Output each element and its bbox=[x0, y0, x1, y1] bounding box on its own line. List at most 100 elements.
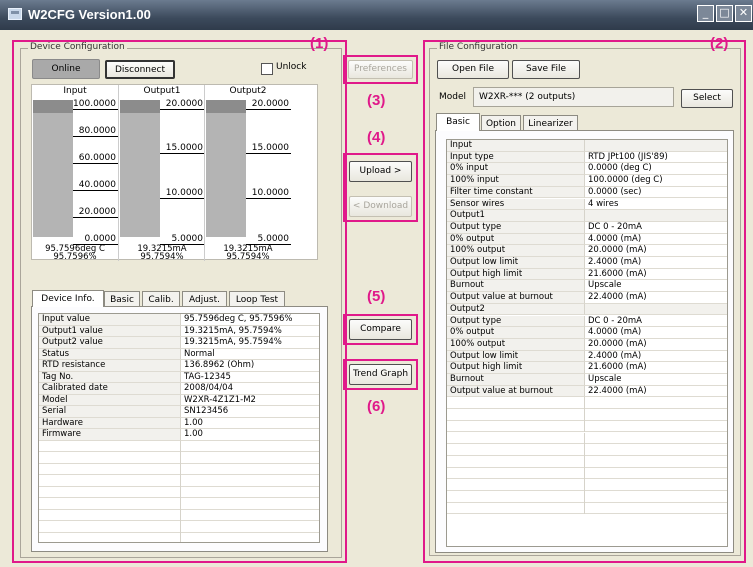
device-info-value-cell: 136.8962 (Ohm) bbox=[181, 360, 319, 372]
file-config-row: Sensor wires 4 wires bbox=[447, 198, 727, 211]
device-info-empty-row bbox=[39, 532, 319, 542]
file-config-label-cell: Output type bbox=[447, 315, 585, 328]
file-config-label-cell: Sensor wires bbox=[447, 198, 585, 211]
file-config-label-cell: 0% output bbox=[447, 233, 585, 246]
file-config-label-cell: 100% output bbox=[447, 245, 585, 257]
file-config-label-cell: Filter time constant bbox=[447, 186, 585, 199]
file-config-label-cell: 100% input bbox=[447, 175, 585, 187]
file-config-label-cell: Output high limit bbox=[447, 268, 585, 281]
disconnect-button[interactable]: Disconnect bbox=[105, 60, 175, 79]
file-config-value-cell bbox=[585, 210, 727, 222]
unlock-checkbox[interactable] bbox=[261, 63, 273, 75]
file-config-row: 0% input 0.0000 (deg C) bbox=[447, 163, 727, 176]
tab-file-basic[interactable]: Basic bbox=[436, 113, 480, 131]
file-config-empty-cell bbox=[447, 455, 585, 468]
device-info-label-cell: Status bbox=[39, 348, 181, 360]
meter-output2-tick: 10.0000 bbox=[246, 187, 291, 199]
meter-output2-percent: 95.7594% bbox=[226, 252, 270, 262]
device-info-row: Model W2XR-4Z1Z1-M2 bbox=[39, 394, 319, 406]
close-button[interactable]: ✕ bbox=[735, 5, 752, 22]
meter-output1-tick: 20.0000 bbox=[160, 98, 205, 110]
device-info-label-cell: Firmware bbox=[39, 429, 181, 441]
meter-output2-tick: 15.0000 bbox=[246, 142, 291, 154]
file-config-label-cell: Output high limit bbox=[447, 362, 585, 374]
file-config-empty-cell bbox=[447, 502, 585, 515]
file-config-row: Output value at burnout 22.4000 (mA) bbox=[447, 385, 727, 398]
file-config-value-cell: RTD JPt100 (JIS'89) bbox=[585, 152, 727, 164]
file-config-empty-row bbox=[447, 502, 727, 515]
title-bar: W2CFG Version1.00 _ □ ✕ bbox=[0, 0, 753, 30]
file-config-value-cell: 4.0000 (mA) bbox=[585, 234, 727, 246]
device-info-label-cell: Output2 value bbox=[39, 337, 181, 349]
model-select-button[interactable]: Select bbox=[681, 89, 733, 108]
device-info-empty-row bbox=[39, 463, 319, 475]
device-info-empty-row bbox=[39, 521, 319, 533]
file-config-label-cell: Output low limit bbox=[447, 350, 585, 363]
save-file-button[interactable]: Save File bbox=[512, 60, 580, 79]
device-info-empty-row bbox=[39, 498, 319, 510]
file-config-empty-cell bbox=[447, 444, 585, 456]
tab-file-option[interactable]: Option bbox=[481, 115, 521, 130]
meter-input-percent: 95.7596% bbox=[53, 252, 97, 262]
device-info-label-cell: Hardware bbox=[39, 417, 181, 429]
device-info-value-cell: 1.00 bbox=[181, 418, 319, 429]
file-config-empty-row bbox=[447, 420, 727, 433]
maximize-button[interactable]: □ bbox=[716, 5, 733, 22]
file-config-empty-row bbox=[447, 444, 727, 456]
file-config-row: 100% output 20.0000 (mA) bbox=[447, 338, 727, 351]
model-value-field: W2XR-*** (2 outputs) bbox=[473, 87, 674, 107]
file-config-value-cell: 20.0000 (mA) bbox=[585, 339, 727, 351]
file-config-label-cell: Input bbox=[447, 140, 585, 152]
device-info-empty-cell bbox=[39, 452, 181, 464]
annotation-1: (1) bbox=[310, 35, 329, 52]
compare-button[interactable]: Compare bbox=[349, 319, 412, 340]
file-config-row: Burnout Upscale bbox=[447, 374, 727, 386]
annotation-4: (4) bbox=[367, 129, 386, 146]
tab-calib[interactable]: Calib. bbox=[142, 291, 180, 306]
meter-input: Input 100.0000 80.0000 60.0000 40.0000 2… bbox=[32, 85, 118, 262]
device-info-value-cell: 95.7596deg C, 95.7596% bbox=[181, 314, 319, 326]
file-config-section-row: Output1 bbox=[447, 210, 727, 222]
device-info-row: Hardware 1.00 bbox=[39, 417, 319, 429]
meter-input-tick: 40.0000 bbox=[73, 179, 118, 191]
minimize-button[interactable]: _ bbox=[697, 5, 714, 22]
device-info-empty-cell bbox=[39, 498, 181, 510]
tab-adjust[interactable]: Adjust. bbox=[182, 291, 227, 306]
device-info-row: Input value 95.7596deg C, 95.7596% bbox=[39, 314, 319, 326]
tab-file-linearizer[interactable]: Linearizer bbox=[523, 115, 578, 130]
file-config-row: Burnout Upscale bbox=[447, 280, 727, 293]
device-info-empty-cell bbox=[39, 509, 181, 521]
file-config-empty-cell bbox=[447, 420, 585, 433]
device-info-row: Tag No. TAG-12345 bbox=[39, 371, 319, 383]
file-config-label-cell: Input type bbox=[447, 151, 585, 164]
meter-output1-percent: 95.7594% bbox=[140, 252, 184, 262]
device-info-empty-row bbox=[39, 440, 319, 452]
device-info-empty-cell bbox=[39, 463, 181, 475]
file-config-empty-row bbox=[447, 467, 727, 480]
trend-graph-button[interactable]: Trend Graph bbox=[349, 364, 412, 385]
meter-input-tick: 80.0000 bbox=[73, 125, 118, 137]
download-button[interactable]: < Download bbox=[349, 196, 412, 217]
file-config-label-cell: Output type bbox=[447, 221, 585, 234]
file-config-label-cell: 0% input bbox=[447, 163, 585, 176]
file-config-empty-row bbox=[447, 397, 727, 410]
file-config-value-cell: 21.6000 (mA) bbox=[585, 269, 727, 281]
file-config-row: 0% output 4.0000 (mA) bbox=[447, 233, 727, 246]
model-label: Model bbox=[439, 92, 467, 102]
file-config-value-cell: 100.0000 (deg C) bbox=[585, 175, 727, 187]
open-file-button[interactable]: Open File bbox=[437, 60, 509, 79]
annotation-5: (5) bbox=[367, 288, 386, 305]
file-config-label-cell: Burnout bbox=[447, 280, 585, 293]
file-config-row: Output high limit 21.6000 (mA) bbox=[447, 362, 727, 374]
file-config-row: Output high limit 21.6000 (mA) bbox=[447, 268, 727, 281]
upload-button[interactable]: Upload > bbox=[349, 161, 412, 182]
device-info-label-cell: Model bbox=[39, 394, 181, 406]
tab-device-info[interactable]: Device Info. bbox=[32, 290, 104, 307]
preferences-button[interactable]: Preferences bbox=[348, 60, 413, 79]
device-info-value-cell: TAG-12345 bbox=[181, 372, 319, 383]
tab-basic[interactable]: Basic bbox=[104, 291, 140, 306]
tab-loop-test[interactable]: Loop Test bbox=[229, 291, 285, 306]
file-config-value-cell: 0.0000 (deg C) bbox=[585, 163, 727, 176]
file-config-row: 100% output 20.0000 (mA) bbox=[447, 245, 727, 257]
meter-output2: Output2 20.0000 15.0000 10.0000 5.0000 1… bbox=[204, 85, 291, 262]
